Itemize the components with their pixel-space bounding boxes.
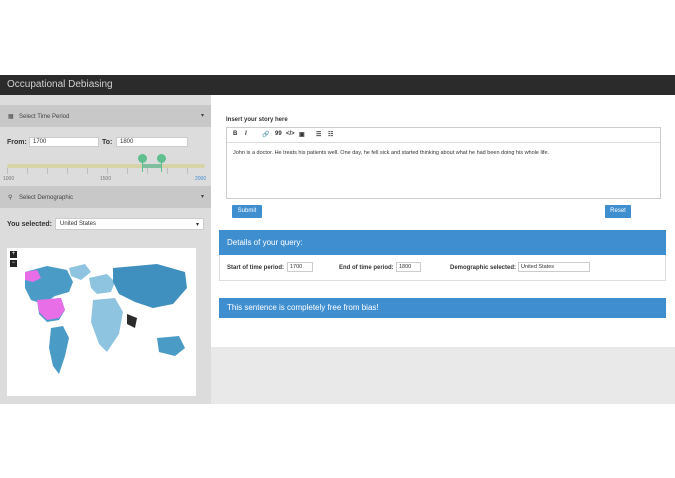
- end-period-label: End of time period:: [339, 265, 394, 271]
- world-map[interactable]: + −: [7, 248, 196, 396]
- numbered-list-icon[interactable]: ☷: [328, 131, 333, 138]
- submit-button[interactable]: Submit: [232, 205, 262, 218]
- map-selected-region[interactable]: [127, 314, 137, 328]
- demographic-header[interactable]: ⚲ Select Demographic ▾: [0, 186, 211, 208]
- caret-down-icon: ▾: [195, 222, 199, 228]
- story-text[interactable]: John is a doctor. He treats his patients…: [233, 150, 549, 156]
- bullet-list-icon[interactable]: ☰: [316, 131, 321, 138]
- time-period-header-label: Select Time Period: [19, 114, 70, 120]
- details-panel-header: Details of your query:: [219, 230, 666, 255]
- app-title-bar: Occupational Debiasing: [0, 75, 675, 95]
- image-icon[interactable]: ▣: [299, 131, 305, 138]
- link-icon[interactable]: 🔗: [262, 131, 269, 138]
- to-input[interactable]: 1800: [116, 137, 188, 147]
- zoom-out-button[interactable]: −: [10, 260, 17, 267]
- result-message: This sentence is completely free from bi…: [227, 303, 379, 312]
- demographic-select[interactable]: United States ▾: [55, 218, 204, 230]
- slider-mid-label: 1500: [100, 176, 112, 182]
- slider-handle-from-stem: [142, 162, 143, 172]
- demographic-selected-value: United States: [518, 262, 590, 272]
- app-title: Occupational Debiasing: [7, 79, 113, 90]
- demographic-header-label: Select Demographic: [19, 195, 74, 201]
- map-asia[interactable]: [113, 264, 187, 308]
- start-period-label: Start of time period:: [227, 265, 285, 271]
- code-icon[interactable]: </>: [286, 131, 295, 137]
- result-panel: This sentence is completely free from bi…: [219, 298, 666, 318]
- story-label: Insert your story here: [226, 117, 288, 123]
- bold-button[interactable]: B: [233, 131, 237, 137]
- reset-button[interactable]: Reset: [605, 205, 631, 218]
- start-period-value: 1700: [287, 262, 313, 272]
- end-period-value: 1800: [396, 262, 421, 272]
- demographic-select-value: United States: [60, 221, 97, 227]
- map-south-america[interactable]: [49, 326, 69, 374]
- slider-handle-to-stem: [161, 162, 162, 172]
- calendar-icon: ▦: [8, 114, 14, 120]
- demographic-selected-label: Demographic selected:: [450, 265, 517, 271]
- story-editor[interactable]: B I 🔗 99 </> ▣ ☰ ☷ John is a doctor. He …: [226, 127, 661, 199]
- quote-icon[interactable]: 99: [275, 131, 282, 137]
- map-australia[interactable]: [157, 336, 185, 356]
- map-africa[interactable]: [91, 298, 123, 352]
- zoom-in-button[interactable]: +: [10, 251, 17, 258]
- you-selected-label: You selected:: [7, 221, 52, 228]
- map-marker-icon: ⚲: [8, 195, 13, 201]
- italic-button[interactable]: I: [245, 131, 247, 137]
- details-title: Details of your query:: [227, 238, 303, 247]
- caret-down-icon: ▾: [200, 194, 204, 200]
- world-map-svg: [25, 264, 187, 374]
- map-greenland[interactable]: [69, 264, 91, 280]
- editor-toolbar: B I 🔗 99 </> ▣ ☰ ☷: [227, 128, 660, 143]
- slider-min-label: 1000: [3, 176, 15, 182]
- from-label: From:: [7, 139, 27, 146]
- to-label: To:: [102, 139, 113, 146]
- map-europe[interactable]: [89, 274, 115, 294]
- slider-max-label: 2000: [195, 176, 207, 182]
- time-period-header[interactable]: ▦ Select Time Period ▾: [0, 105, 211, 127]
- caret-down-icon: ▾: [200, 113, 204, 119]
- main-footer-area: [211, 347, 675, 404]
- from-input[interactable]: 1700: [29, 137, 99, 147]
- slider-ticks: [7, 168, 205, 174]
